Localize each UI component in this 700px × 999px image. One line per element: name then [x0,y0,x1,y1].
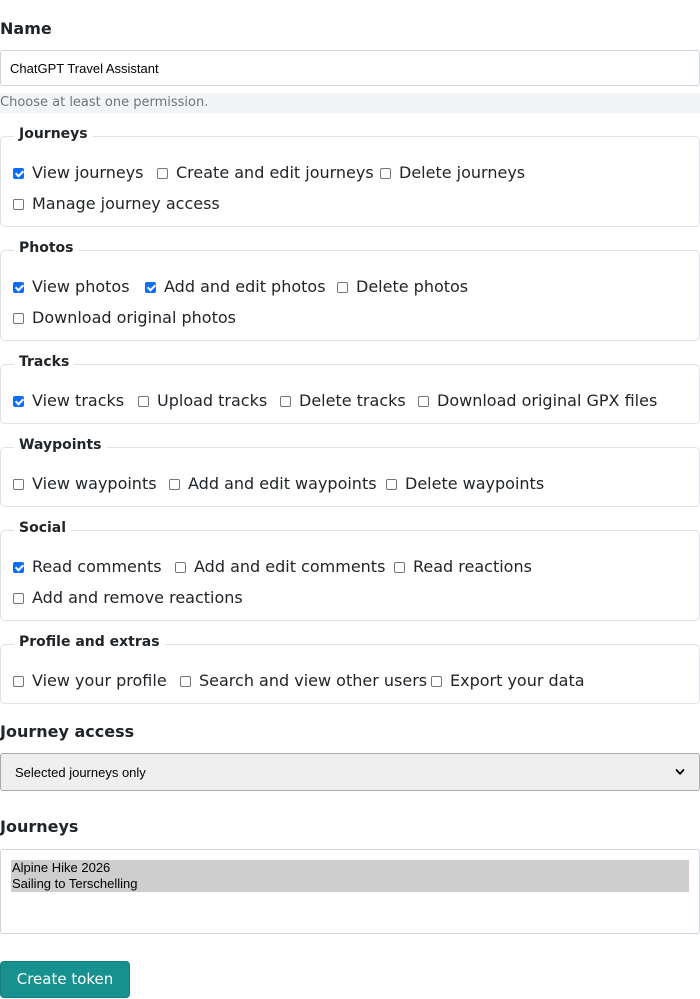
checkbox-read-reactions[interactable]: Read reactions [394,557,532,577]
checkbox-delete-waypoints[interactable]: Delete waypoints [386,474,544,494]
option-label: Add and edit photos [164,277,326,296]
checkbox-icon [13,478,24,490]
checkbox-manage-journey-access[interactable]: Manage journey access [13,194,220,214]
checkbox-add-edit-comments[interactable]: Add and edit comments [175,557,385,577]
checkbox-icon [13,312,24,324]
option-label: View photos [32,277,130,296]
checkbox-icon [386,478,397,490]
option-label: Search and view other users [199,671,428,690]
checkbox-icon [13,561,24,573]
checkbox-icon [13,395,24,407]
checkbox-create-edit-journeys[interactable]: Create and edit journeys [157,163,374,183]
checkbox-view-journeys[interactable]: View journeys [13,163,144,183]
chevron-down-icon [675,769,685,775]
checkbox-icon [418,395,429,407]
checkbox-export-your-data[interactable]: Export your data [431,671,585,691]
checkbox-download-original-photos[interactable]: Download original photos [13,308,236,328]
permission-group-social: Social Read comments Add and edit commen… [0,518,700,621]
group-title-journeys: Journeys [14,124,93,144]
name-input[interactable] [0,50,700,86]
option-label: View tracks [32,391,125,410]
permission-group-profile-extras: Profile and extras View your profile Sea… [0,632,700,704]
option-label: Delete photos [356,277,469,296]
option-label: Delete tracks [299,391,406,410]
group-title-tracks: Tracks [14,352,75,372]
checkbox-icon [157,167,168,179]
checkbox-icon [13,281,24,293]
checkbox-view-photos[interactable]: View photos [13,277,130,297]
checkbox-icon [394,561,405,573]
checkbox-icon [13,167,24,179]
group-title-social: Social [14,518,72,538]
group-title-photos: Photos [14,238,79,258]
journey-access-label: Journey access [0,722,135,741]
permission-group-photos: Photos View photos Add and edit photos D… [0,238,700,341]
option-label: Manage journey access [32,194,220,213]
permission-group-tracks: Tracks View tracks Upload tracks Delete … [0,352,700,424]
journeys-label: Journeys [0,817,79,836]
checkbox-add-remove-reactions[interactable]: Add and remove reactions [13,588,243,608]
create-token-button[interactable]: Create token [0,961,130,998]
checkbox-icon [138,395,149,407]
option-label: Add and edit waypoints [188,474,377,493]
group-title-waypoints: Waypoints [14,435,107,455]
option-label: Add and edit comments [194,557,386,576]
checkbox-search-other-users[interactable]: Search and view other users [180,671,427,691]
option-label: View waypoints [32,474,157,493]
checkbox-read-comments[interactable]: Read comments [13,557,162,577]
permission-hint: Choose at least one permission. [0,93,700,113]
checkbox-delete-journeys[interactable]: Delete journeys [380,163,525,183]
checkbox-upload-tracks[interactable]: Upload tracks [138,391,267,411]
permission-group-journeys: Journeys View journeys Create and edit j… [0,124,700,227]
checkbox-icon [380,167,391,179]
checkbox-view-your-profile[interactable]: View your profile [13,671,167,691]
option-label: View your profile [32,671,167,690]
checkbox-delete-tracks[interactable]: Delete tracks [280,391,406,411]
checkbox-icon [13,198,24,210]
checkbox-icon [175,561,186,573]
journey-option[interactable]: Sailing to Terschelling [11,876,689,892]
checkbox-view-waypoints[interactable]: View waypoints [13,474,157,494]
journey-option[interactable]: Alpine Hike 2026 [11,860,689,876]
journey-access-selected-value: Selected journeys only [15,764,146,780]
option-label: Delete waypoints [405,474,545,493]
checkbox-icon [431,675,442,687]
option-label: Read comments [32,557,162,576]
journey-access-select[interactable]: Selected journeys only [0,753,700,791]
option-label: Download original photos [32,308,236,327]
permission-group-waypoints: Waypoints View waypoints Add and edit wa… [0,435,700,507]
option-label: Read reactions [413,557,532,576]
checkbox-icon [280,395,291,407]
name-label: Name [0,19,52,38]
checkbox-icon [180,675,191,687]
option-label: Export your data [450,671,585,690]
option-label: View journeys [32,163,144,182]
option-label: Delete journeys [399,163,526,182]
option-label: Upload tracks [157,391,268,410]
option-label: Download original GPX files [437,391,658,410]
checkbox-delete-photos[interactable]: Delete photos [337,277,468,297]
option-label: Create and edit journeys [176,163,374,182]
checkbox-icon [337,281,348,293]
checkbox-icon [169,478,180,490]
checkbox-download-original-gpx[interactable]: Download original GPX files [418,391,657,411]
checkbox-icon [13,592,24,604]
group-title-profile-extras: Profile and extras [14,632,165,652]
checkbox-add-edit-photos[interactable]: Add and edit photos [145,277,326,297]
checkbox-view-tracks[interactable]: View tracks [13,391,124,411]
checkbox-add-edit-waypoints[interactable]: Add and edit waypoints [169,474,377,494]
option-label: Add and remove reactions [32,588,243,607]
journeys-multiselect[interactable]: Alpine Hike 2026 Sailing to Terschelling [0,849,700,934]
checkbox-icon [13,675,24,687]
checkbox-icon [145,281,156,293]
